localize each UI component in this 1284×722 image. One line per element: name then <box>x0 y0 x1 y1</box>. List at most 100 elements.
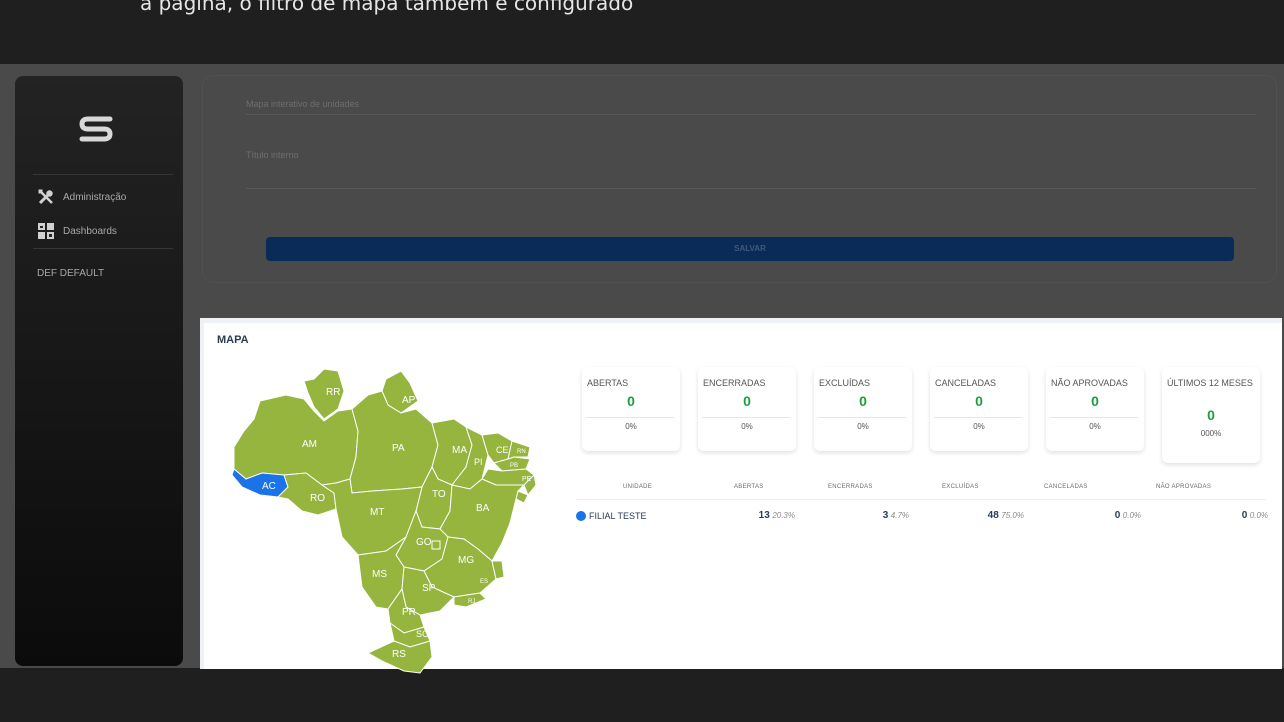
stat-label: NÃO APROVADAS <box>1051 378 1128 388</box>
stat-value: 0 <box>1207 407 1215 423</box>
internal-title-input-line[interactable] <box>246 188 1256 189</box>
bottom-bar <box>0 668 1284 722</box>
cell-count: 0 <box>1114 510 1121 521</box>
state-label: SP <box>422 583 436 594</box>
unit-name: FILIAL TESTE <box>589 511 647 521</box>
map-title-label: Mapa interativo de unidades <box>246 99 360 109</box>
state-label: PI <box>474 457 483 467</box>
state-label: AM <box>302 439 317 450</box>
stat-pct: 0% <box>857 422 869 431</box>
stat-label: ÚLTIMOS 12 MESES <box>1167 378 1253 388</box>
state-label: CE <box>496 445 509 455</box>
state-df[interactable] <box>431 540 441 550</box>
cell-encerradas: 3 4.7% <box>829 510 909 521</box>
table-row[interactable]: FILIAL TESTE 13 20.3% 3 4.7% 48 75.0% 0 … <box>576 509 1276 525</box>
state-label: TO <box>432 489 446 500</box>
table-header-canceladas: CANCELADAS <box>1044 484 1088 490</box>
brazil-map: RR AP AM PA MA CE RN PB PE PI AC RO TO B… <box>231 368 537 674</box>
stat-divider <box>934 417 1022 418</box>
cell-count: 13 <box>758 510 770 521</box>
cell-count: 0 <box>1241 510 1248 521</box>
state-label: PE <box>522 476 532 483</box>
stat-value: 0 <box>743 393 751 409</box>
state-label: SC <box>416 629 429 639</box>
state-label: PB <box>510 463 518 469</box>
map-title-input-line[interactable] <box>246 114 1256 115</box>
state-label: RO <box>310 493 325 504</box>
cell-count: 3 <box>882 510 889 521</box>
state-label: AP <box>402 395 416 406</box>
stat-card-abertas[interactable]: ABERTAS 0 0% <box>582 367 680 451</box>
tools-icon <box>38 189 53 205</box>
top-caption-bar: a página, o filtro de mapa também é conf… <box>0 0 1284 64</box>
stat-divider <box>586 417 674 418</box>
sidebar-divider <box>33 174 173 175</box>
table-header-abertas: ABERTAS <box>734 484 764 490</box>
sidebar-item-administracao[interactable]: Administração <box>37 188 126 206</box>
stat-pct: 000% <box>1200 429 1222 438</box>
cell-pct: 75.0% <box>1001 511 1024 520</box>
state-label: MG <box>458 555 474 566</box>
stat-divider <box>818 417 906 418</box>
table-header-unidade: UNIDADE <box>623 484 653 490</box>
panel-title: MAPA <box>217 334 249 346</box>
stat-card-nao-aprovadas[interactable]: NÃO APROVADAS 0 0% <box>1046 367 1144 451</box>
stat-card-encerradas[interactable]: ENCERRADAS 0 0% <box>698 367 796 451</box>
cell-canceladas: 0 0.0% <box>1061 510 1141 521</box>
unit-color-dot <box>576 511 586 521</box>
stat-pct: 0% <box>741 422 753 431</box>
cell-excluidas: 48 75.0% <box>944 510 1024 521</box>
stat-pct: 0% <box>625 422 637 431</box>
stat-label: ENCERRADAS <box>703 378 766 388</box>
stat-value: 0 <box>975 393 983 409</box>
save-button[interactable]: SALVAR <box>266 237 1234 261</box>
state-label: MS <box>372 569 387 580</box>
table-header-divider <box>576 499 1266 500</box>
table-header-encerradas: ENCERRADAS <box>828 484 873 490</box>
cell-nao-aprovadas: 0 0.0% <box>1188 510 1268 521</box>
stat-card-excluidas[interactable]: EXCLUÍDAS 0 0% <box>814 367 912 451</box>
state-label: GO <box>416 537 432 548</box>
dashboard-icon <box>38 223 54 239</box>
form-card: Mapa interativo de unidades Título inter… <box>203 76 1276 282</box>
top-caption: a página, o filtro de mapa também é conf… <box>140 0 634 15</box>
state-label: RR <box>326 387 340 398</box>
state-label: BA <box>476 503 490 514</box>
stat-value: 0 <box>859 393 867 409</box>
state-label: RN <box>517 449 526 455</box>
table-header-excluidas: EXCLUÍDAS <box>942 484 979 490</box>
table-header-nao-aprovadas: NÃO APROVADAS <box>1156 484 1212 490</box>
sidebar-divider <box>33 248 173 249</box>
cell-pct: 0.0% <box>1249 511 1268 520</box>
cell-pct: 0.0% <box>1122 511 1141 520</box>
state-label: MT <box>370 507 384 518</box>
stat-value: 0 <box>1091 393 1099 409</box>
stat-card-canceladas[interactable]: CANCELADAS 0 0% <box>930 367 1028 451</box>
state-label: ES <box>480 579 488 585</box>
stat-pct: 0% <box>1089 422 1101 431</box>
sidebar: Administração Dashboards DEF DEFAULT <box>15 76 183 666</box>
state-label: PA <box>392 443 405 454</box>
internal-title-label: Título interno <box>246 150 299 160</box>
stat-card-ultimos-12-meses[interactable]: ÚLTIMOS 12 MESES 0 000% <box>1162 367 1260 463</box>
stat-value: 0 <box>627 393 635 409</box>
sidebar-def-label[interactable]: DEF DEFAULT <box>37 268 104 279</box>
sidebar-item-dashboards[interactable]: Dashboards <box>37 222 117 240</box>
stat-divider <box>1050 417 1138 418</box>
cell-pct: 20.3% <box>772 511 795 520</box>
stat-pct: 0% <box>973 422 985 431</box>
cell-pct: 4.7% <box>890 511 909 520</box>
brand-s-logo[interactable] <box>79 116 113 142</box>
stat-divider <box>702 417 790 418</box>
sidebar-item-label: Dashboards <box>63 225 117 237</box>
state-label: RS <box>392 649 406 660</box>
state-am[interactable] <box>233 394 359 486</box>
stat-label: ABERTAS <box>587 378 629 388</box>
cell-abertas: 13 20.3% <box>715 510 795 521</box>
stat-label: CANCELADAS <box>935 378 997 388</box>
state-label: RJ <box>468 599 475 605</box>
state-label: AC <box>262 481 276 492</box>
map-panel: MAPA RR AP AM PA MA CE RN PB PE PI AC RO… <box>200 318 1282 674</box>
sidebar-item-label: Administração <box>63 191 127 203</box>
state-label: PR <box>402 607 416 618</box>
